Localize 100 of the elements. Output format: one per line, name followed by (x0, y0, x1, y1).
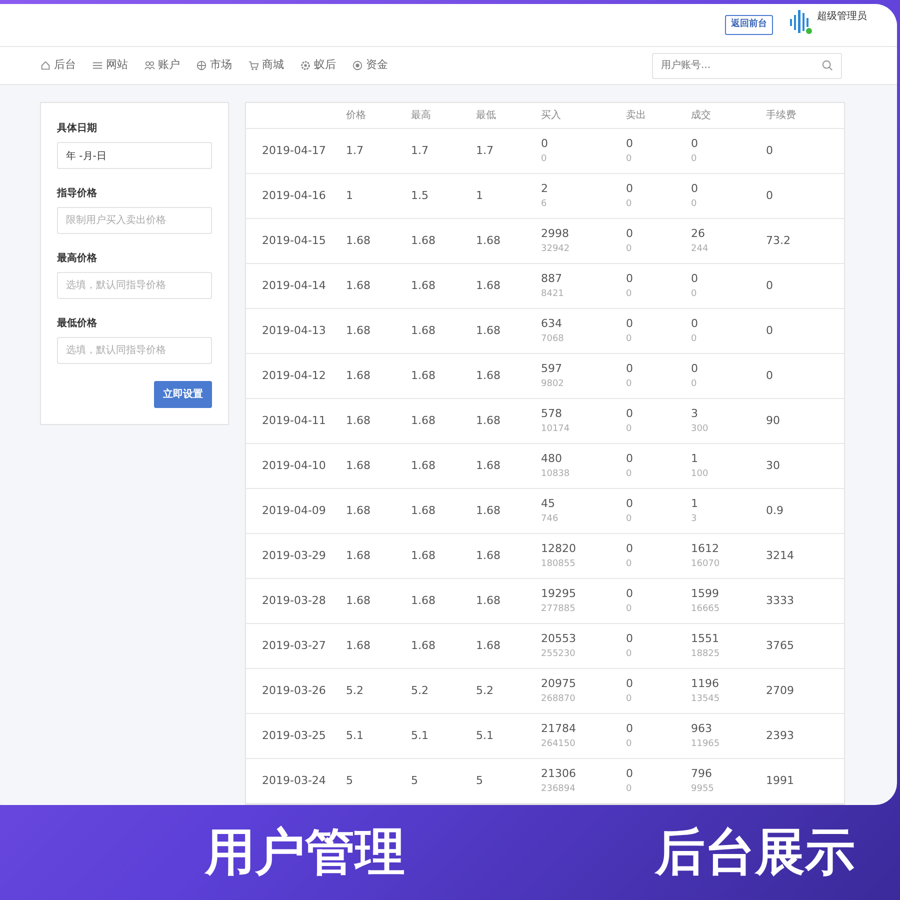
table-cell-text: 2019-04-17 (262, 142, 327, 159)
cart-icon (248, 60, 259, 72)
column-header: 手续费 (766, 108, 797, 123)
column-header: 买入 (541, 108, 562, 123)
user-name[interactable]: 超级管理员 (817, 9, 867, 24)
table-cell-text: 2019-04-10 (262, 458, 327, 474)
table-subcell: 0 (626, 782, 633, 796)
table-subcell: 236894 (541, 782, 576, 796)
table-cell-text: 1.5 (411, 188, 430, 204)
table-cell-text: 0 (766, 322, 774, 339)
table-subcell: 11965 (691, 738, 721, 750)
table-cell-text: 2019-03-27 (262, 638, 327, 654)
table-cell-text: 1.68 (411, 412, 436, 429)
table-cell-text: 1.7 (346, 142, 364, 159)
back-to-frontend-button[interactable]: 返回前台 (725, 15, 773, 35)
table-subcell: 277885 (541, 602, 576, 616)
table-cell-text: 0 (626, 676, 634, 692)
table-cell-text: 1 (691, 451, 699, 467)
search-icon[interactable] (822, 60, 833, 72)
table-subcell: 9955 (691, 782, 715, 796)
column-header: 最高 (411, 108, 432, 123)
table-cell-text: 1 (346, 188, 354, 204)
table-subcell: 10174 (541, 422, 571, 436)
table-cell-text: 2019-03-24 (262, 772, 327, 789)
table-cell-text: 0 (626, 541, 634, 557)
table-cell-text: 1.68 (476, 368, 502, 384)
table-cell-text: 5.2 (411, 682, 430, 699)
table-cell-text: 20553 (541, 631, 577, 647)
table-cell-text: 1.68 (346, 548, 372, 564)
input-field[interactable]: 选填，默认同指导价格 (57, 337, 212, 364)
table-subcell: 0 (691, 198, 698, 210)
table-subcell: 6 (541, 198, 548, 210)
table-cell-text: 0 (766, 142, 774, 159)
table-cell-text: 5.1 (476, 728, 494, 744)
table-subcell: 0 (541, 152, 548, 166)
table-subcell: 0 (626, 558, 633, 570)
table-cell-text: 2998 (541, 226, 570, 242)
nav-link[interactable]: 网站 (92, 57, 128, 74)
table-cell-text: 1.68 (476, 278, 502, 294)
table-subcell: 18825 (691, 648, 721, 660)
nav-link[interactable]: 蚁后 (300, 57, 336, 74)
table-cell-text: 2393 (766, 728, 795, 744)
search-field[interactable]: 用户账号... (652, 52, 842, 79)
table-cell-text: 1.68 (411, 502, 436, 519)
table-cell-text: 5.2 (346, 682, 364, 699)
table-cell-text: 90 (766, 412, 781, 429)
coin-icon (352, 60, 363, 72)
gear-icon (300, 60, 311, 72)
table-cell-text: 5 (476, 772, 484, 789)
field-label: 指导价格 (57, 186, 98, 201)
table-subcell: 0 (691, 378, 698, 390)
table-cell-text: 1.68 (346, 592, 372, 609)
table-cell-text: 1.68 (346, 232, 372, 249)
input-field[interactable]: 限制用户买入卖出价格 (57, 207, 212, 234)
table-cell-text: 30 (766, 458, 781, 474)
table-cell-text: 5 (411, 772, 419, 789)
table-cell-text: 0 (626, 181, 634, 197)
home-icon (40, 60, 51, 72)
globe-icon (196, 60, 207, 72)
table-cell-text: 0 (626, 721, 634, 737)
list-icon (92, 60, 103, 72)
nav-link[interactable]: 后台 (40, 57, 76, 74)
table-cell-text: 1.68 (411, 458, 436, 474)
table-cell-text: 0 (626, 406, 634, 422)
table-subcell: 0 (626, 378, 633, 390)
column-header: 最低 (476, 109, 497, 123)
table-cell-text: 1599 (691, 586, 720, 602)
nav-link[interactable]: 商城 (248, 57, 284, 74)
nav-link[interactable]: 市场 (196, 57, 232, 74)
input-field[interactable]: 年 -月-日 (57, 142, 212, 169)
table-cell-text: 1.68 (411, 278, 436, 294)
table-subcell: 300 (691, 422, 710, 436)
table-subcell: 255230 (541, 648, 576, 660)
table-cell-text: 26 (691, 226, 706, 242)
table-cell-text: 0 (626, 136, 634, 152)
column-header: 成交 (691, 108, 712, 123)
table-subcell: 0 (626, 288, 633, 300)
table-cell-text: 2019-04-14 (262, 278, 327, 294)
table-cell-text: 0 (626, 586, 634, 602)
table-cell-text: 634 (541, 316, 563, 332)
nav-link[interactable]: 资金 (352, 57, 388, 74)
nav-link[interactable]: 账户 (144, 57, 180, 74)
table-cell-text: 1.68 (346, 368, 372, 384)
field-label: 具体日期 (57, 122, 98, 136)
table-subcell: 264150 (541, 738, 576, 750)
table-cell-text: 21306 (541, 766, 577, 782)
table-cell-text: 2019-04-12 (262, 368, 327, 384)
table-cell-text: 19295 (541, 586, 577, 602)
input-field[interactable]: 选填，默认同指导价格 (57, 272, 212, 299)
table-cell-text: 0 (691, 271, 699, 287)
table-cell-text: 3765 (766, 638, 795, 654)
table-cell-text: 597 (541, 361, 563, 377)
table-cell-text: 1551 (691, 631, 720, 647)
table-cell-text: 21784 (541, 721, 577, 737)
submit-button[interactable]: 立即设置 (154, 381, 212, 408)
table-cell-text: 1196 (691, 676, 720, 692)
table-cell-text: 45 (541, 496, 556, 512)
table-subcell: 0 (626, 422, 633, 436)
table-subcell: 8421 (541, 288, 565, 300)
table-cell-text: 73.2 (766, 232, 792, 249)
